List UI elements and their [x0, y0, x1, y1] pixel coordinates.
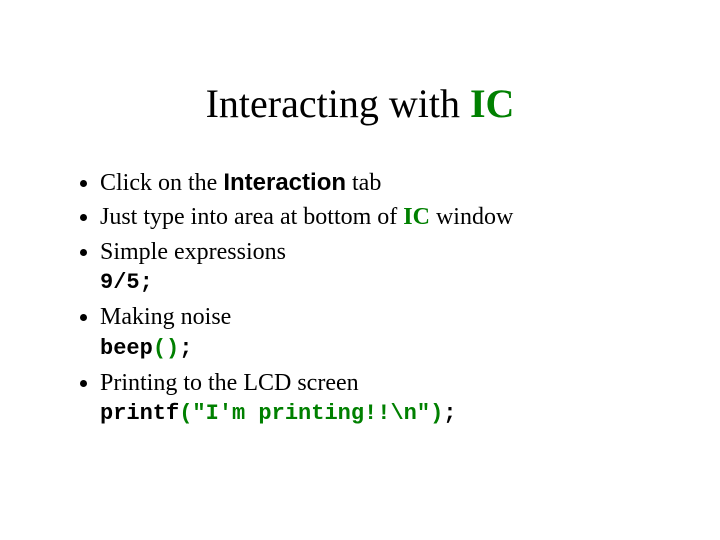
title-text: Interacting with: [206, 81, 470, 126]
code-2-rparen: ): [166, 336, 179, 361]
bullet-2-pre: Just type into area at bottom of: [100, 204, 403, 230]
bullet-list-3: Printing to the LCD screen: [60, 367, 660, 399]
code-1: 9/5;: [100, 270, 660, 295]
code-3-fn: printf: [100, 401, 179, 426]
bullet-2: Just type into area at bottom of IC wind…: [100, 201, 660, 233]
bullet-5: Printing to the LCD screen: [100, 367, 660, 399]
bullet-1-strong: Interaction: [223, 169, 346, 196]
bullet-4: Making noise: [100, 301, 660, 333]
title-accent: IC: [470, 81, 514, 126]
bullet-list-2: Making noise: [60, 301, 660, 333]
code-3-arg: "I'm printing!!\n": [192, 401, 430, 426]
code-3-lparen: (: [179, 401, 192, 426]
bullet-3: Simple expressions: [100, 236, 660, 268]
bullet-1-pre: Click on the: [100, 170, 223, 196]
slide-title: Interacting with IC: [60, 80, 660, 127]
slide: Interacting with IC Click on the Interac…: [0, 0, 720, 540]
bullet-2-post: window: [430, 204, 513, 230]
bullet-2-accent: IC: [403, 204, 430, 230]
code-2: beep();: [100, 336, 660, 361]
bullet-1: Click on the Interaction tab: [100, 167, 660, 199]
bullet-list: Click on the Interaction tab Just type i…: [60, 167, 660, 268]
code-3: printf("I'm printing!!\n");: [100, 401, 660, 426]
code-3-rparen: ): [430, 401, 443, 426]
bullet-1-post: tab: [346, 170, 381, 196]
code-2-fn: beep: [100, 336, 153, 361]
code-2-semi: ;: [179, 336, 192, 361]
code-3-semi: ;: [443, 401, 456, 426]
code-2-lparen: (: [153, 336, 166, 361]
